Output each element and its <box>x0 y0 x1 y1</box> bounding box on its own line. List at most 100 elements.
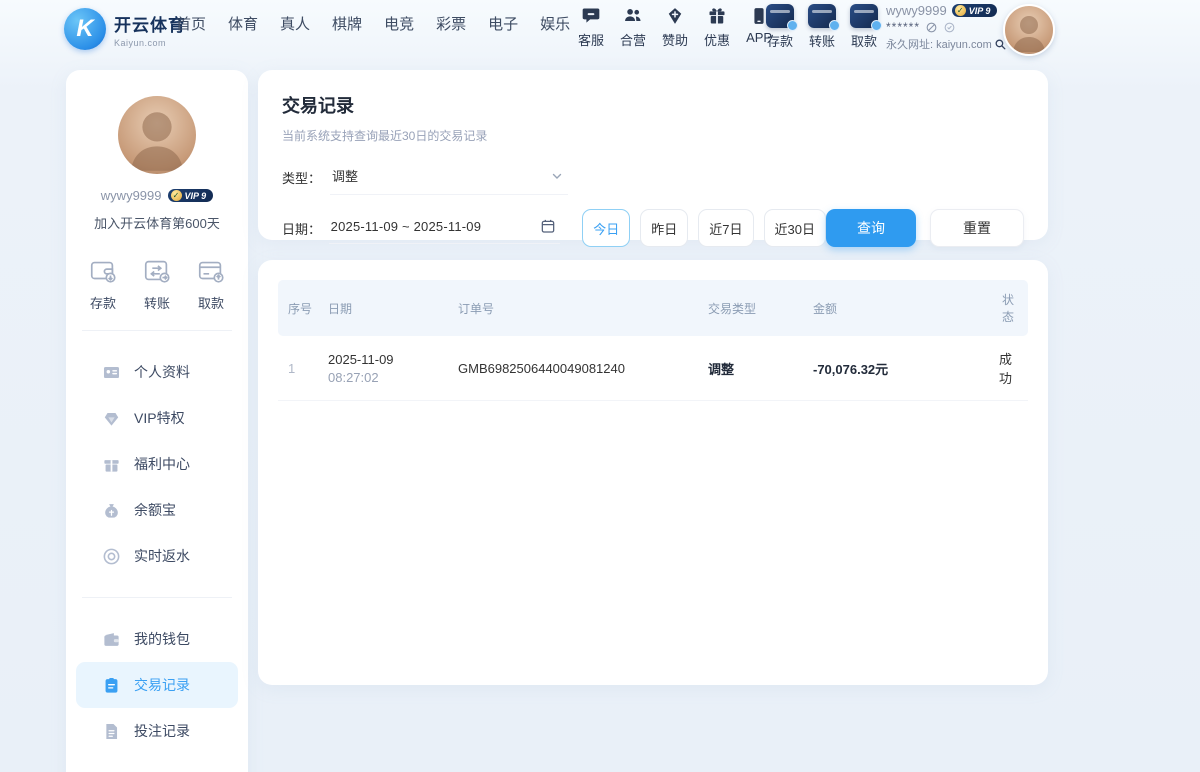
chevron-down-icon <box>550 169 564 183</box>
deposit-button[interactable]: 存款 <box>766 4 794 50</box>
divider <box>82 597 232 598</box>
date-label: 日期： <box>282 219 329 238</box>
gift-icon <box>102 455 121 474</box>
nav-slots[interactable]: 电子 <box>488 13 518 34</box>
sidebar: wywy9999 ✓ VIP 9 加入开云体育第600天 存款 转账 取款 <box>66 70 248 772</box>
id-card-icon <box>102 363 121 382</box>
people-icon <box>623 6 643 26</box>
user-avatar[interactable] <box>1003 4 1055 56</box>
sidebar-vip-badge: ✓ VIP 9 <box>168 189 214 202</box>
sidebar-username: wywy9999 <box>101 188 162 203</box>
topbar-quick-links: 客服 合营 赞助 优惠 APP <box>578 6 772 49</box>
reset-button[interactable]: 重置 <box>930 209 1024 247</box>
header-index: 序号 <box>278 280 318 336</box>
sidebar-item-vip[interactable]: VIP特权 <box>76 395 238 441</box>
gift-icon <box>707 6 727 26</box>
header-amount: 金额 <box>803 280 988 336</box>
service-label: 客服 <box>578 30 604 49</box>
sponsor-label: 赞助 <box>662 30 688 49</box>
logo-icon: K <box>64 8 106 50</box>
row-type: 调整 <box>698 336 803 401</box>
sidebar-item-transactions[interactable]: 交易记录 <box>76 662 238 708</box>
row-status: 成功 <box>988 336 1028 401</box>
money-bag-icon <box>102 501 121 520</box>
transfer-button[interactable]: 转账 <box>808 4 836 50</box>
table-row: 1 2025-11-09 08:27:02 GMB698250644004908… <box>278 336 1028 401</box>
nav-entertainment[interactable]: 娱乐 <box>540 13 570 34</box>
sidebar-avatar[interactable] <box>118 96 196 174</box>
sidebar-item-yuebao[interactable]: 余额宝 <box>76 487 238 533</box>
sidebar-item-rebate[interactable]: 实时返水 <box>76 533 238 579</box>
transfer-card-icon <box>808 4 836 28</box>
site-logo[interactable]: K 开云体育 Kaiyun.com <box>64 8 186 50</box>
main-nav: 首页 体育 真人 棋牌 电竞 彩票 电子 娱乐 <box>176 13 570 34</box>
topbar-user-block: wywy9999 ✓ VIP 9 ****** 永久网址: kaiyun.com <box>886 3 1004 52</box>
vip-check-icon: ✓ <box>171 190 182 201</box>
deposit-card-icon <box>766 4 794 28</box>
type-selected-value: 调整 <box>332 166 358 185</box>
range-7days-button[interactable]: 近7日 <box>698 209 753 247</box>
row-datetime: 2025-11-09 08:27:02 <box>318 336 448 401</box>
topbar-wallet-actions: 存款 转账 取款 <box>766 4 878 50</box>
header-status: 状态 <box>988 280 1028 336</box>
nav-live[interactable]: 真人 <box>280 13 310 34</box>
promo-label: 优惠 <box>704 30 730 49</box>
range-30days-button[interactable]: 近30日 <box>764 209 826 247</box>
type-label: 类型： <box>282 168 330 187</box>
row-amount: -70,076.32元 <box>803 336 988 401</box>
sidebar-item-benefits[interactable]: 福利中心 <box>76 441 238 487</box>
partnership-button[interactable]: 合营 <box>620 6 646 49</box>
nav-lottery[interactable]: 彩票 <box>436 13 466 34</box>
divider <box>82 330 232 331</box>
vip-check-icon: ✓ <box>955 5 966 16</box>
username: wywy9999 <box>886 3 947 18</box>
gem-icon <box>102 409 121 428</box>
sidebar-menu-wallet: 我的钱包 交易记录 投注记录 <box>66 616 248 754</box>
nav-cards[interactable]: 棋牌 <box>332 13 362 34</box>
quick-range-group: 今日 昨日 近7日 近30日 <box>582 209 826 247</box>
sidebar-item-my-wallet[interactable]: 我的钱包 <box>76 616 238 662</box>
sidebar-item-profile[interactable]: 个人资料 <box>76 349 238 395</box>
query-button[interactable]: 查询 <box>826 209 916 247</box>
row-order-no: GMB6982506440049081240 <box>448 336 698 401</box>
transfer-outline-icon <box>142 256 172 286</box>
rebate-circle-icon <box>102 547 121 566</box>
sidebar-deposit-button[interactable]: 存款 <box>88 256 118 312</box>
header-order-no: 订单号 <box>448 280 698 336</box>
document-icon <box>102 722 121 741</box>
page-subtitle: 当前系统支持查询最近30日的交易记录 <box>282 127 1024 144</box>
date-range-value: 2025-11-09 ~ 2025-11-09 <box>331 219 481 234</box>
logo-domain: Kaiyun.com <box>114 38 186 48</box>
topbar: K 开云体育 Kaiyun.com 首页 体育 真人 棋牌 电竞 彩票 电子 娱… <box>0 0 1200 62</box>
date-range-input[interactable]: 2025-11-09 ~ 2025-11-09 <box>329 212 561 244</box>
transfer-label: 转账 <box>809 31 835 50</box>
ledger-icon <box>102 676 121 695</box>
sidebar-menu: 个人资料 VIP特权 福利中心 余额宝 实时返水 <box>66 349 248 579</box>
eye-off-icon[interactable] <box>925 21 938 34</box>
sidebar-item-bets[interactable]: 投注记录 <box>76 708 238 754</box>
sidebar-wallet-actions: 存款 转账 取款 <box>66 256 248 312</box>
page-title: 交易记录 <box>282 92 1024 118</box>
withdraw-outline-icon <box>196 256 226 286</box>
promo-button[interactable]: 优惠 <box>704 6 730 49</box>
nav-esports[interactable]: 电竞 <box>384 13 414 34</box>
withdraw-button[interactable]: 取款 <box>850 4 878 50</box>
partnership-label: 合营 <box>620 30 646 49</box>
nav-sports[interactable]: 体育 <box>228 13 258 34</box>
sponsor-button[interactable]: 赞助 <box>662 6 688 49</box>
nav-home[interactable]: 首页 <box>176 13 206 34</box>
range-yesterday-button[interactable]: 昨日 <box>640 209 688 247</box>
vip-badge: ✓ VIP 9 <box>952 4 998 17</box>
calendar-icon <box>540 218 556 234</box>
type-select[interactable]: 调整 <box>330 160 568 195</box>
wallet-icon <box>102 630 121 649</box>
chat-icon <box>581 6 601 26</box>
sidebar-withdraw-button[interactable]: 取款 <box>196 256 226 312</box>
permanent-url: 永久网址: kaiyun.com <box>886 36 992 52</box>
sidebar-transfer-button[interactable]: 转账 <box>142 256 172 312</box>
range-today-button[interactable]: 今日 <box>582 209 630 247</box>
service-button[interactable]: 客服 <box>578 6 604 49</box>
header-date: 日期 <box>318 280 448 336</box>
membership-days: 加入开云体育第600天 <box>66 213 248 232</box>
refresh-icon[interactable] <box>943 21 956 34</box>
